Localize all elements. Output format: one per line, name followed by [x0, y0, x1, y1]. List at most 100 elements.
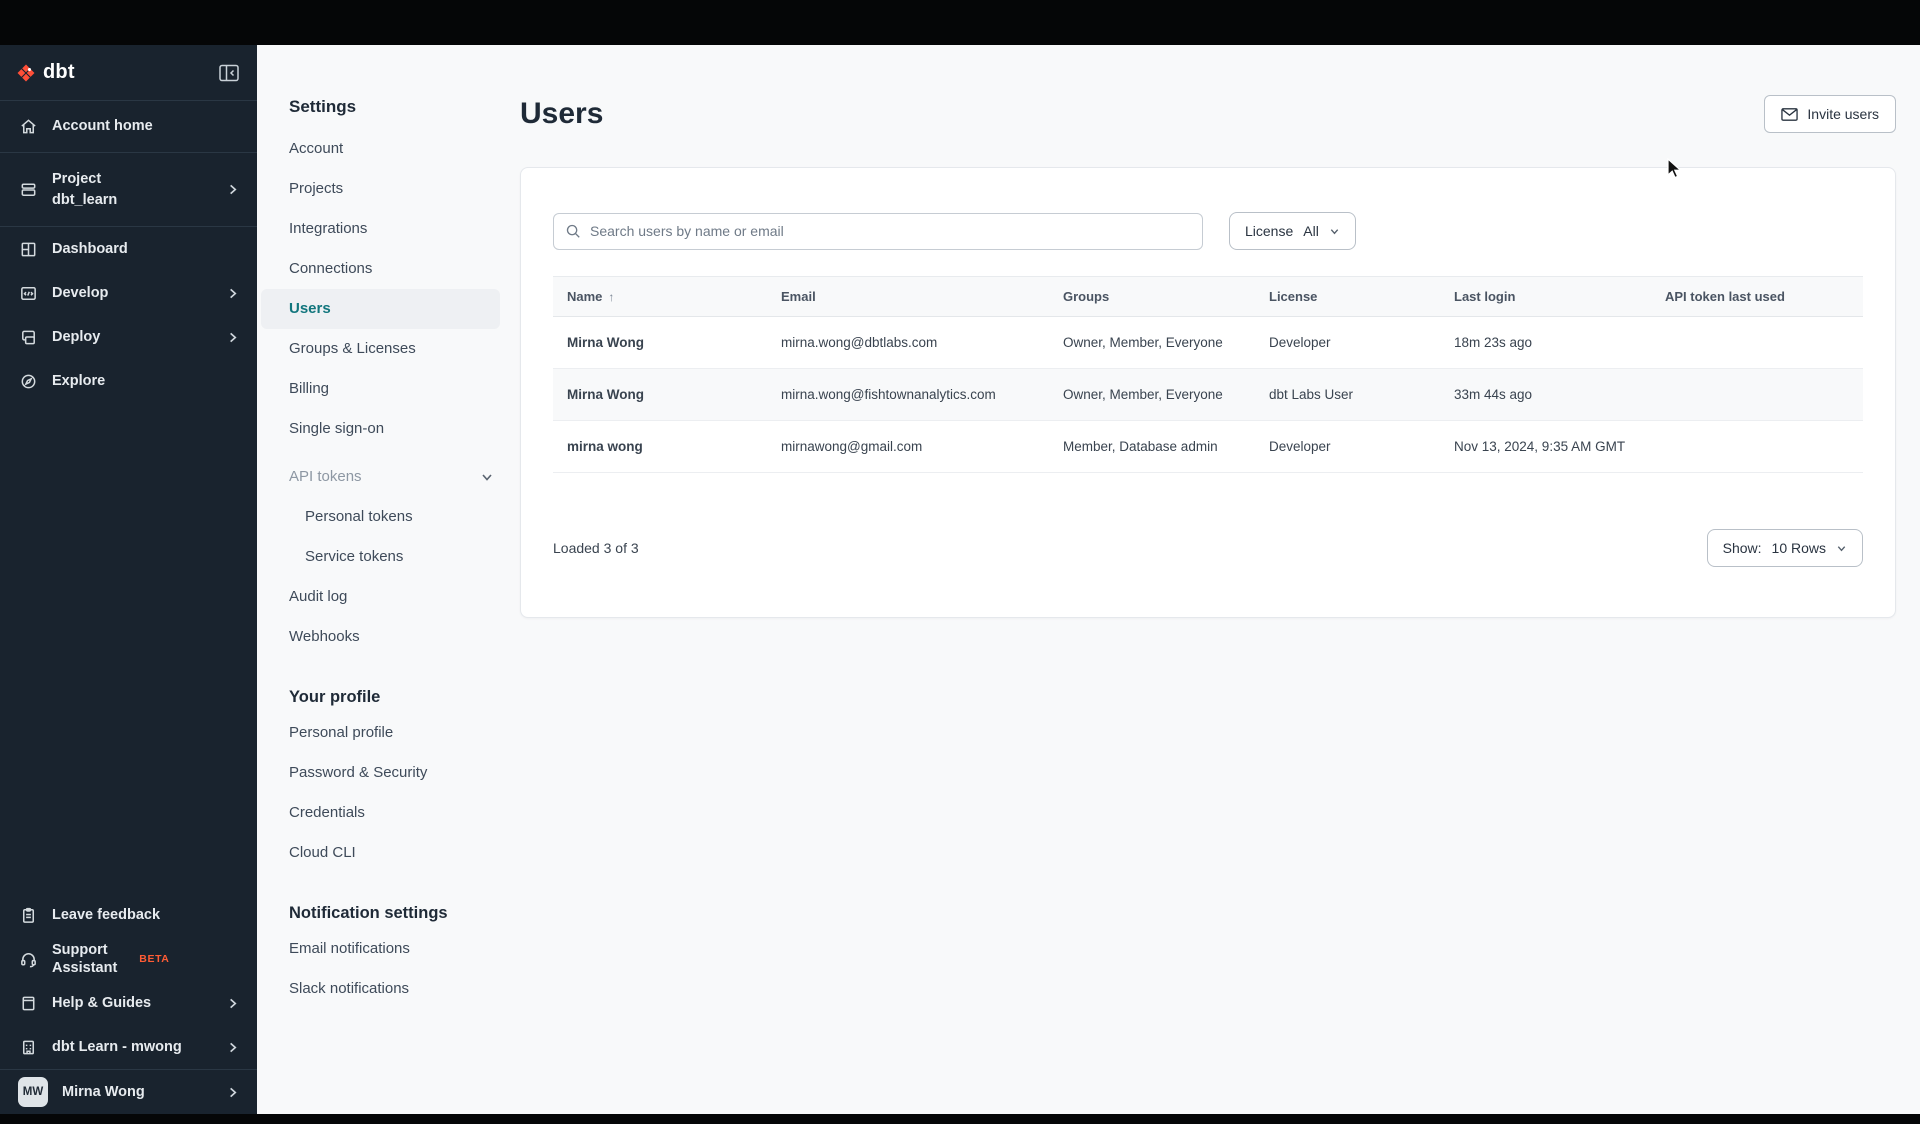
logo-row: dbt — [0, 45, 257, 100]
sidebar-item-account-switcher[interactable]: dbt Learn - mwong — [0, 1025, 257, 1069]
cell-api-token — [1651, 316, 1863, 369]
settings-nav-item-groups-licenses[interactable]: Groups & Licenses — [261, 329, 500, 369]
chevron-right-icon — [226, 183, 239, 196]
sidebar-item-explore[interactable]: Explore — [0, 359, 257, 403]
window-bottom-strip — [0, 1114, 1920, 1124]
headset-icon — [18, 950, 38, 969]
column-header-last-login[interactable]: Last login — [1440, 276, 1651, 317]
invite-users-button[interactable]: Invite users — [1764, 95, 1896, 133]
sidebar-item-support-assistant[interactable]: Support Assistant BETA — [0, 937, 257, 981]
table-filters: License All — [553, 212, 1863, 250]
settings-nav-item-personal-profile[interactable]: Personal profile — [261, 713, 500, 753]
explore-icon — [18, 372, 38, 391]
book-icon — [18, 994, 38, 1013]
avatar: MW — [18, 1077, 48, 1107]
cell-email: mirna.wong@fishtownanalytics.com — [767, 368, 1049, 421]
column-header-license[interactable]: License — [1255, 276, 1440, 317]
sidebar-item-label: dbt Learn - mwong — [52, 1038, 182, 1055]
users-card: License All Name↑ E — [520, 167, 1896, 618]
sidebar-item-label: Support Assistant — [52, 941, 118, 976]
table-header-row: Name ↑ Email Groups License Last login AP… — [553, 276, 1863, 317]
table-footer: Loaded 3 of 3 Show: 10 Rows — [553, 529, 1863, 567]
search-wrap — [553, 212, 1203, 250]
sidebar-item-project[interactable]: Project dbt_learn — [0, 153, 257, 226]
sidebar-item-label: Help & Guides — [52, 994, 152, 1011]
sidebar-item-label: Project — [52, 171, 102, 188]
sidebar-item-leave-feedback[interactable]: Leave feedback — [0, 893, 257, 937]
your-profile-title: Your profile — [289, 688, 381, 706]
settings-nav-item-cloud-cli[interactable]: Cloud CLI — [261, 833, 500, 873]
sidebar-item-deploy[interactable]: Deploy — [0, 315, 257, 359]
settings-nav-item-integrations[interactable]: Integrations — [261, 209, 500, 249]
table-row[interactable]: Mirna Wong mirna.wong@dbtlabs.com Owner,… — [553, 316, 1863, 369]
sidebar-footer-group: Leave feedback Support Assistant BETA He… — [0, 893, 257, 1069]
main-content: Users Invite users Search users by name … — [520, 45, 1920, 1114]
settings-nav: Settings Account Projects Integrations C… — [257, 45, 520, 1114]
settings-nav-item-password-security[interactable]: Password & Security — [261, 753, 500, 793]
cell-name: Mirna Wong — [553, 368, 767, 421]
users-table: Name ↑ Email Groups License Last login AP… — [553, 276, 1863, 473]
table-row[interactable]: mirna wong mirnawong@gmail.com Member, D… — [553, 420, 1863, 473]
sidebar-item-develop[interactable]: Develop — [0, 271, 257, 315]
settings-nav-item-billing[interactable]: Billing — [261, 369, 500, 409]
search-input[interactable] — [553, 212, 1203, 250]
sidebar-item-help-guides[interactable]: Help & Guides — [0, 981, 257, 1025]
sidebar-user-menu[interactable]: MW Mirna Wong — [0, 1070, 257, 1114]
app-shell: dbt Account home Project dbt_learn Dashb… — [0, 45, 1920, 1114]
logo-text: dbt — [43, 61, 75, 83]
license-filter-value: All — [1303, 223, 1319, 239]
column-header-groups[interactable]: Groups — [1049, 276, 1255, 317]
license-filter-label: License — [1245, 223, 1294, 239]
develop-icon — [18, 284, 38, 303]
settings-nav-title: Settings — [289, 97, 357, 116]
cell-last-login: 33m 44s ago — [1440, 368, 1651, 421]
sidebar-item-label: Account home — [52, 118, 153, 135]
page-title: Users — [520, 97, 604, 130]
column-header-api-token[interactable]: API token last used — [1651, 276, 1863, 317]
column-header-email[interactable]: Email — [767, 276, 1049, 317]
settings-nav-item-projects[interactable]: Projects — [261, 169, 500, 209]
settings-nav-item-email-notifications[interactable]: Email notifications — [261, 929, 500, 969]
dbt-logo[interactable]: dbt — [16, 60, 75, 86]
sidebar-item-label: Dashboard — [52, 240, 128, 257]
dbt-logo-icon — [16, 60, 36, 86]
chevron-down-icon — [1836, 543, 1847, 554]
chevron-down-icon — [480, 470, 494, 484]
notification-settings-title: Notification settings — [289, 904, 448, 922]
cell-email: mirnawong@gmail.com — [767, 420, 1049, 473]
settings-nav-item-service-tokens[interactable]: Service tokens — [261, 537, 500, 577]
cell-name: Mirna Wong — [553, 316, 767, 369]
sidebar-item-account-home[interactable]: Account home — [0, 101, 257, 152]
settings-nav-item-users[interactable]: Users — [261, 289, 500, 329]
chevron-right-icon — [226, 287, 239, 300]
sidebar-item-dashboard[interactable]: Dashboard — [0, 227, 257, 271]
settings-nav-group-api-tokens[interactable]: API tokens — [261, 457, 500, 497]
table-row[interactable]: Mirna Wong mirna.wong@fishtownanalytics.… — [553, 368, 1863, 421]
column-header-name[interactable]: Name ↑ — [553, 276, 767, 317]
sidebar-item-label: Explore — [52, 372, 106, 389]
settings-nav-item-single-sign-on[interactable]: Single sign-on — [261, 409, 500, 449]
settings-nav-item-slack-notifications[interactable]: Slack notifications — [261, 969, 500, 1009]
settings-nav-item-audit-log[interactable]: Audit log — [261, 577, 500, 617]
cell-api-token — [1651, 420, 1863, 473]
cell-groups: Owner, Member, Everyone — [1049, 316, 1255, 369]
cell-last-login: 18m 23s ago — [1440, 316, 1651, 369]
settings-nav-item-webhooks[interactable]: Webhooks — [261, 617, 500, 657]
deploy-icon — [18, 328, 38, 347]
cell-license: Developer — [1255, 316, 1440, 369]
settings-nav-item-account[interactable]: Account — [261, 129, 500, 169]
cell-license: Developer — [1255, 420, 1440, 473]
cell-api-token — [1651, 368, 1863, 421]
rows-per-page-dropdown[interactable]: Show: 10 Rows — [1706, 529, 1863, 567]
settings-nav-item-connections[interactable]: Connections — [261, 249, 500, 289]
settings-nav-item-credentials[interactable]: Credentials — [261, 793, 500, 833]
license-filter-dropdown[interactable]: License All — [1229, 212, 1356, 250]
api-tokens-label: API tokens — [289, 468, 362, 485]
settings-nav-item-personal-tokens[interactable]: Personal tokens — [261, 497, 500, 537]
cell-groups: Member, Database admin — [1049, 420, 1255, 473]
show-label: Show: — [1722, 540, 1762, 556]
sidebar-collapse-icon[interactable] — [219, 64, 239, 82]
app-sidebar: dbt Account home Project dbt_learn Dashb… — [0, 45, 257, 1114]
dashboard-icon — [18, 240, 38, 259]
